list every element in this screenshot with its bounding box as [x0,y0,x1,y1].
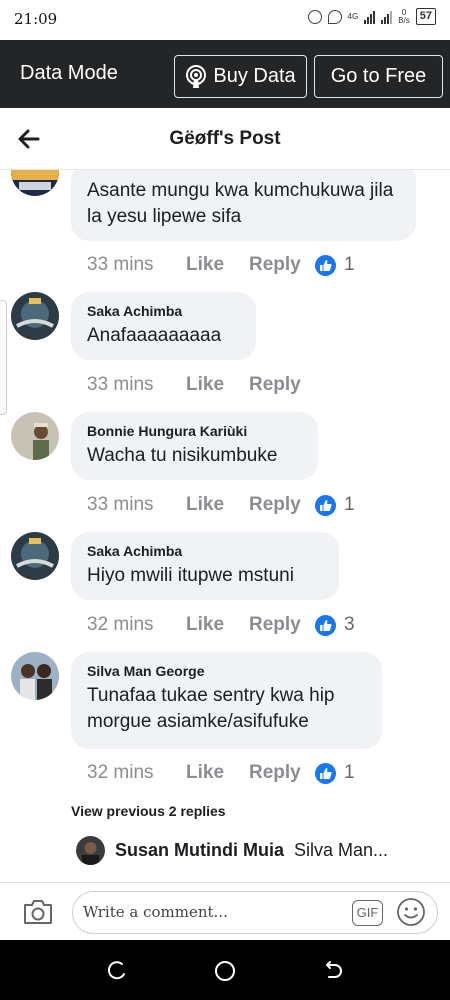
comment-text: Tunafaa tukae sentry kwa hip morgue asia… [87,685,335,732]
go-to-free-label: Go to Free [330,65,427,87]
reaction-number: 1 [344,762,355,783]
comment-bubble[interactable]: Silva Man George Tunafaa tukae sentry kw… [71,652,382,749]
reaction-count[interactable]: 1 [315,494,355,516]
avatar[interactable] [11,652,59,700]
comment-input-placeholder: Write a comment... [83,903,228,921]
network-speed: 0 B/s [398,8,410,25]
battery-indicator: 57 [415,8,436,25]
go-to-free-button[interactable]: Go to Free [314,55,443,98]
signal-icon-2 [381,10,393,24]
back-icon[interactable] [323,960,345,982]
reply-preview[interactable]: Susan Mutindi Muia Silva Man... [76,836,388,865]
commenter-name[interactable]: Saka Achimba [87,542,323,560]
comment-text: Wacha tu nisikumbuke [87,445,278,466]
podcast-icon [185,64,207,89]
comment-input[interactable]: Write a comment... GIF [72,891,438,934]
like-button[interactable]: Like [186,374,249,396]
comment-bubble[interactable]: Asante mungu kwa kumchukuwa jila la yesu… [71,170,416,241]
buy-data-label: Buy Data [213,65,296,87]
system-nav-bar [0,940,450,1000]
avatar[interactable] [11,412,59,460]
comment-bubble[interactable]: Saka Achimba Hiyo mwili itupwe mstuni [71,532,339,600]
comment-text: Asante mungu kwa kumchukuwa jila la yesu… [87,180,394,227]
network-type: 4G [347,11,359,21]
recent-apps-icon[interactable] [106,960,128,982]
home-icon[interactable] [214,960,236,982]
reply-author-name[interactable]: Susan Mutindi Muia [115,840,284,861]
avatar[interactable] [11,532,59,580]
reaction-count[interactable]: 1 [315,762,355,784]
like-thumb-icon [315,494,336,516]
commenter-name[interactable]: Bonnie Hungura Kariùki [87,422,302,440]
comment-meta: 33 mins Like Reply 1 [87,493,355,517]
like-thumb-icon [315,614,336,636]
comment-bubble[interactable]: Bonnie Hungura Kariùki Wacha tu nisikumb… [71,412,318,480]
reply-button[interactable]: Reply [249,254,315,276]
avatar[interactable] [11,292,59,340]
comment-time: 33 mins [87,254,154,275]
buy-data-button[interactable]: Buy Data [174,55,307,98]
page-title: Gëøff's Post [169,128,281,149]
comment-bubble[interactable]: Saka Achimba Anafaaaaaaaaa [71,292,256,360]
data-mode-bar: Data Mode Buy Data Go to Free [0,40,450,108]
commenter-name[interactable]: Silva Man George [87,662,366,680]
data-mode-label: Data Mode [20,62,118,84]
signal-icon [364,10,376,24]
comment-time: 33 mins [87,494,154,515]
edge-panel-handle[interactable] [0,300,7,415]
view-previous-replies-link[interactable]: View previous 2 replies [71,803,226,819]
avatar[interactable] [11,170,59,196]
reply-button[interactable]: Reply [249,494,315,516]
reaction-number: 3 [344,614,355,635]
reply-button[interactable]: Reply [249,614,315,636]
emoji-icon[interactable] [396,897,426,927]
camera-icon[interactable] [22,898,54,926]
comment-composer: Write a comment... GIF [0,882,450,940]
reaction-count[interactable]: 1 [315,254,355,276]
post-header: Gëøff's Post [0,108,450,170]
status-time: 21:09 [14,10,58,28]
like-button[interactable]: Like [186,762,249,784]
status-bar: 21:09 4G 0 B/s 57 [0,0,450,40]
add-circle-icon [307,9,322,24]
commenter-name[interactable]: Saka Achimba [87,302,240,320]
comment-text: Anafaaaaaaaaa [87,325,222,346]
comment-text: Hiyo mwili itupwe mstuni [87,565,294,586]
like-button[interactable]: Like [186,254,249,276]
like-button[interactable]: Like [186,614,249,636]
avatar[interactable] [76,836,105,865]
comment-list[interactable]: Asante mungu kwa kumchukuwa jila la yesu… [0,170,450,882]
gif-icon[interactable]: GIF [352,900,383,926]
location-icon [327,9,342,24]
comment-meta: 32 mins Like Reply 1 [87,761,355,785]
reply-snippet: Silva Man... [294,840,389,860]
like-button[interactable]: Like [186,494,249,516]
status-icons: 4G 0 B/s 57 [307,8,436,25]
comment-meta: 33 mins Like Reply 1 [87,253,355,277]
comment-time: 32 mins [87,762,154,783]
like-thumb-icon [315,762,336,784]
reaction-number: 1 [344,254,355,275]
comment-meta: 32 mins Like Reply 3 [87,613,355,637]
reaction-number: 1 [344,494,355,515]
reaction-count[interactable]: 3 [315,614,355,636]
comment-time: 33 mins [87,374,154,395]
comment-meta: 33 mins Like Reply [87,373,315,397]
reply-button[interactable]: Reply [249,762,315,784]
network-speed-unit: B/s [398,15,410,25]
comment-time: 32 mins [87,614,154,635]
reply-button[interactable]: Reply [249,374,315,396]
like-thumb-icon [315,254,336,276]
